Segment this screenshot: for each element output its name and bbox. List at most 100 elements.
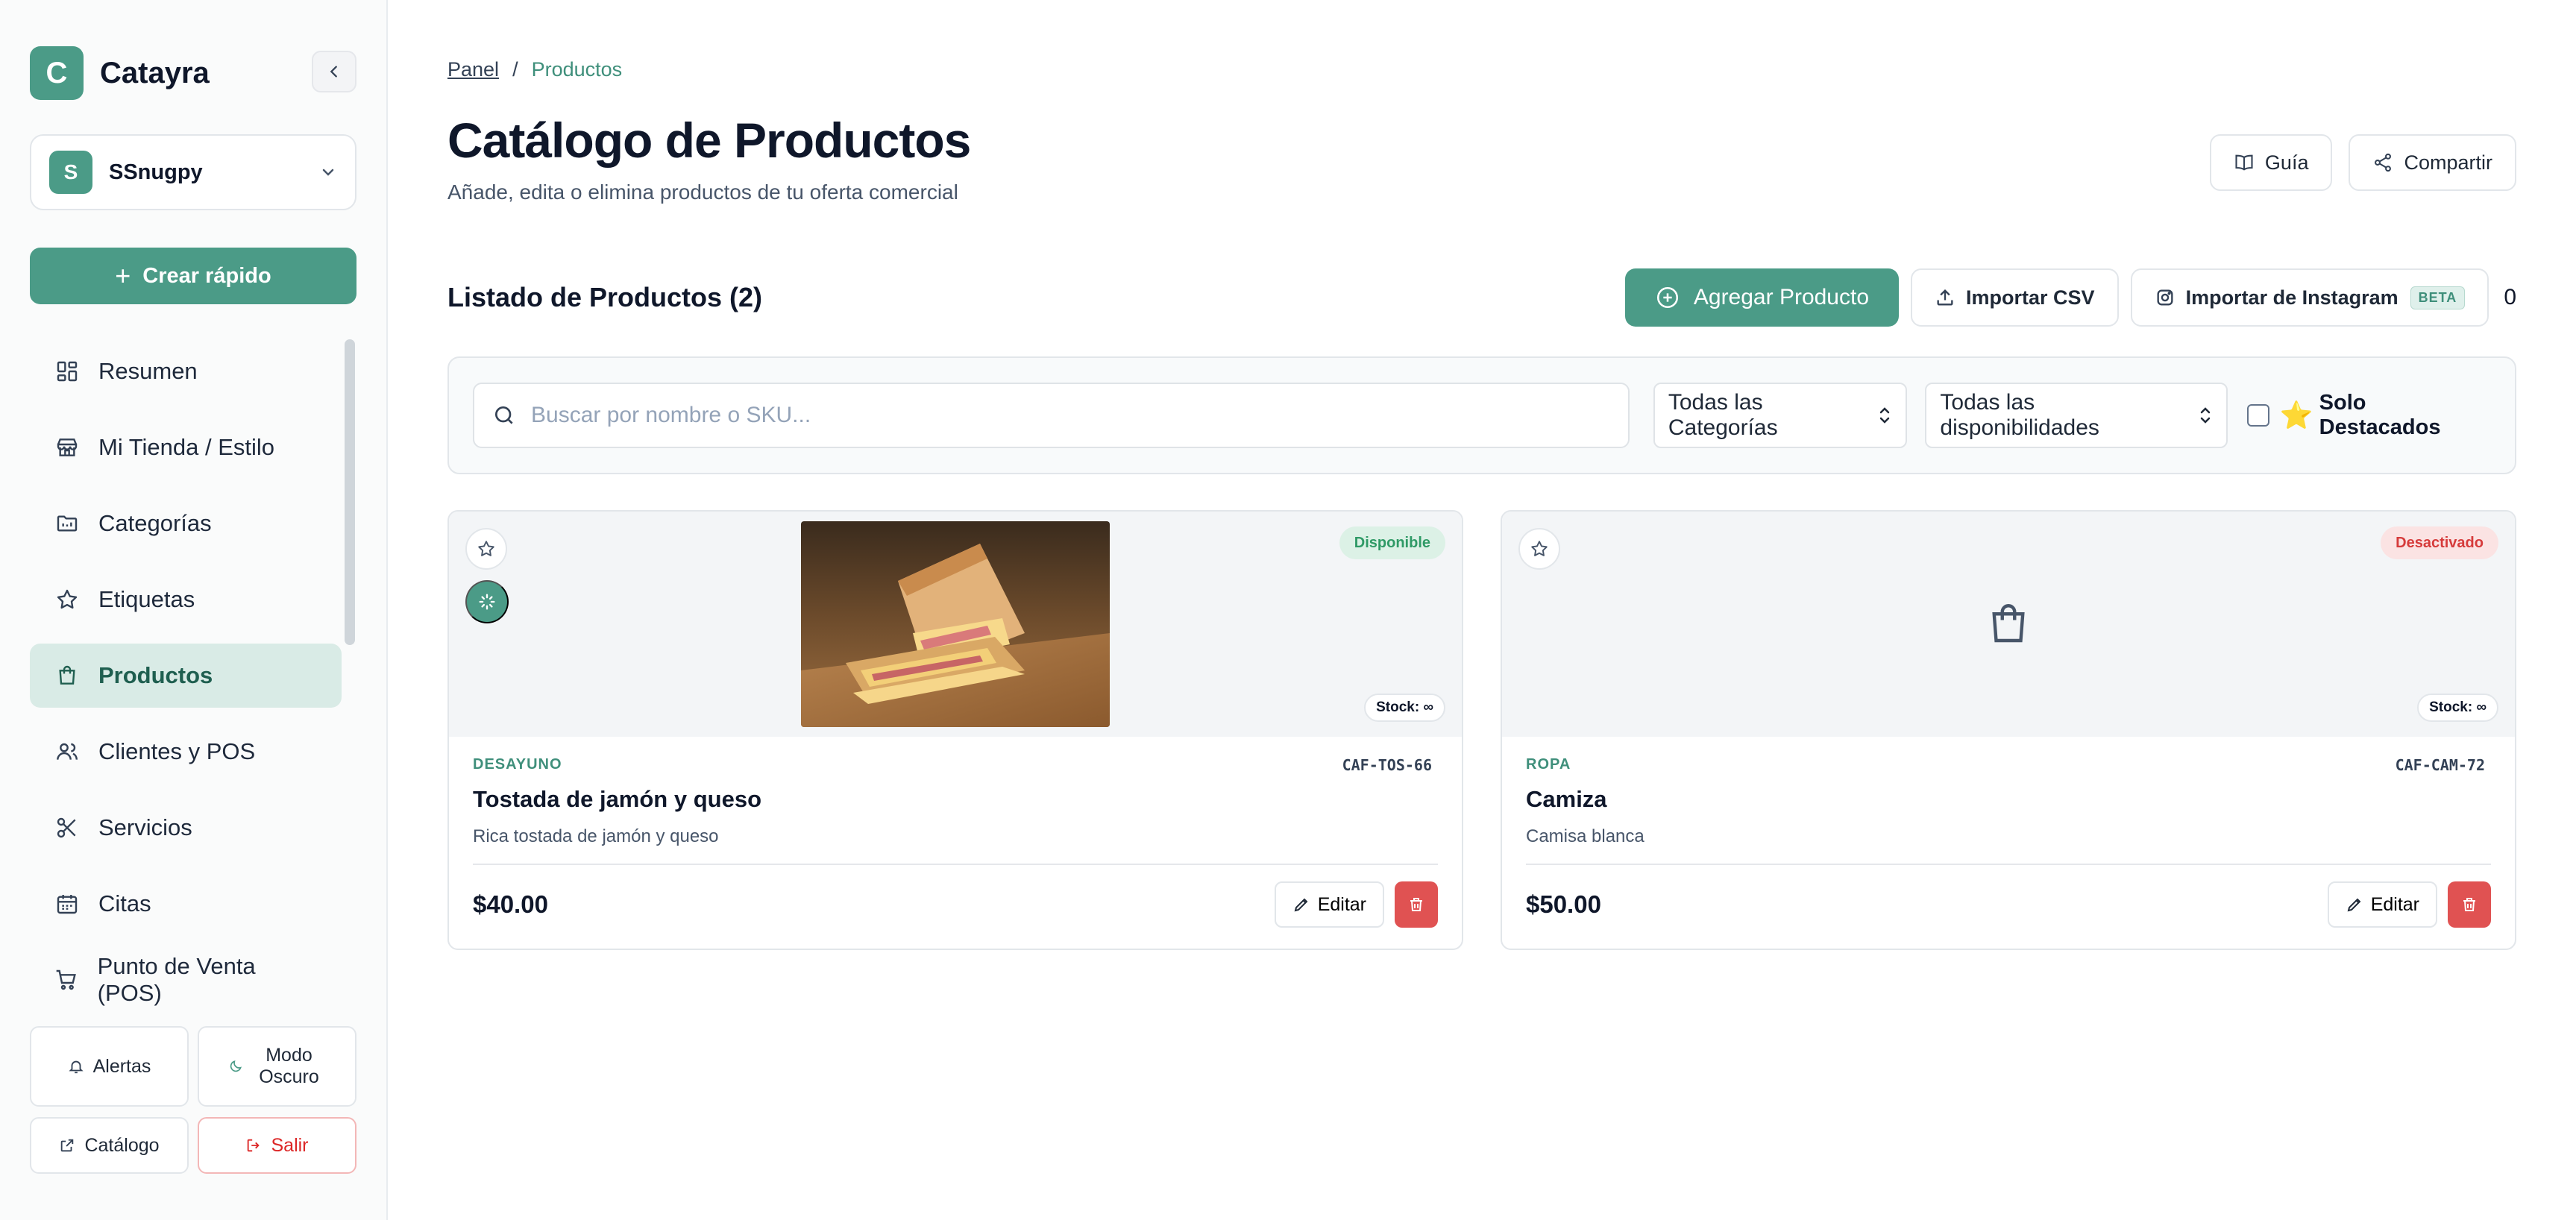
availability-select-value: Todas las disponibilidades [1940, 390, 2099, 440]
brand-name: Catayra [100, 56, 210, 89]
main-content: Panel / Productos Catálogo de Productos … [388, 0, 2576, 1220]
card-divider [473, 864, 1438, 865]
shopping-bag-icon [54, 662, 81, 689]
list-actions: Agregar Producto Importar CSV Importar d… [1624, 268, 2516, 327]
product-image-area: Disponible Stock: ∞ [449, 512, 1462, 737]
product-card[interactable]: Disponible Stock: ∞ DESAYUNO CAF-TOS-66 … [447, 510, 1463, 950]
delete-product-button[interactable] [2448, 881, 2491, 928]
product-category: DESAYUNO [473, 756, 562, 773]
product-card-body: ROPA CAF-CAM-72 Camiza Camisa blanca $50… [1502, 737, 2515, 928]
edit-product-button[interactable]: Editar [1274, 881, 1384, 928]
sidebar-item-clientes[interactable]: Clientes y POS [30, 720, 342, 784]
sidebar-item-label: Punto de Venta (POS) [97, 953, 256, 1006]
logout-button[interactable]: Salir [198, 1117, 356, 1174]
catalog-label: Catálogo [84, 1134, 160, 1156]
sidebar-item-categorias[interactable]: Categorías [30, 491, 342, 556]
sidebar-scrollbar[interactable] [345, 339, 355, 645]
ai-enhance-button[interactable] [465, 580, 509, 623]
chevron-down-icon [322, 169, 334, 176]
sidebar-item-label: Mi Tienda / Estilo [98, 434, 275, 460]
sidebar-item-pos[interactable]: Punto de Venta (POS) [30, 948, 342, 1012]
store-avatar: S [49, 151, 92, 194]
dark-mode-label: Modo Oscuro [259, 1045, 319, 1087]
trash-icon [2463, 898, 2475, 911]
product-grid: Disponible Stock: ∞ DESAYUNO CAF-TOS-66 … [447, 510, 2516, 950]
brand-logo: C [30, 46, 84, 100]
sidebar-nav: Resumen Mi Tienda / Estilo Categorías Et… [30, 339, 342, 1024]
breadcrumb-current: Productos [531, 58, 623, 81]
page-title: Catálogo de Productos [447, 113, 971, 168]
sidebar-item-resumen[interactable]: Resumen [30, 339, 342, 403]
edit-label: Editar [2370, 893, 2419, 915]
collapse-sidebar-button[interactable] [312, 51, 356, 92]
sidebar-item-label: Categorías [98, 510, 212, 536]
sidebar: C Catayra S SSnugpy + Crear rápido Resum… [0, 0, 388, 1220]
sidebar-footer: Alertas Modo Oscuro Catálogo Salir [30, 1026, 356, 1184]
plus-circle-icon [1655, 285, 1680, 310]
chevron-up-down-icon [1877, 405, 1892, 426]
edit-label: Editar [1317, 893, 1366, 915]
store-name: SSnugpy [109, 160, 203, 184]
book-icon [2234, 152, 2255, 173]
delete-product-button[interactable] [1395, 881, 1438, 928]
guide-button[interactable]: Guía [2209, 134, 2333, 191]
catalog-button[interactable]: Catálogo [30, 1117, 189, 1174]
search-input[interactable] [531, 403, 1610, 428]
featured-checkbox[interactable] [2247, 404, 2269, 427]
alerts-button[interactable]: Alertas [30, 1026, 189, 1107]
chevron-up-down-icon [2198, 405, 2213, 426]
product-sku: CAF-TOS-66 [1342, 756, 1432, 774]
status-badge: Disponible [1339, 526, 1445, 559]
search-icon [495, 406, 513, 424]
category-select-value: Todas las Categorías [1668, 390, 1778, 440]
sparkles-icon [479, 594, 495, 610]
sidebar-item-etiquetas[interactable]: Etiquetas [30, 567, 342, 632]
stock-badge: Stock: ∞ [1364, 694, 1445, 722]
breadcrumb-separator: / [512, 58, 518, 81]
sidebar-item-citas[interactable]: Citas [30, 872, 342, 936]
featured-filter[interactable]: ⭐ Solo Destacados [2247, 391, 2491, 440]
app-root: C Catayra S SSnugpy + Crear rápido Resum… [0, 0, 2576, 1220]
star-icon [54, 586, 81, 613]
product-price: $40.00 [473, 890, 548, 918]
brand: C Catayra [30, 46, 356, 100]
sidebar-item-productos[interactable]: Productos [30, 644, 342, 708]
logout-label: Salir [271, 1134, 309, 1156]
sidebar-item-label: Clientes y POS [98, 738, 256, 764]
product-description: Rica tostada de jamón y queso [473, 826, 719, 846]
breadcrumb-panel-link[interactable]: Panel [447, 58, 499, 81]
add-product-button[interactable]: Agregar Producto [1624, 268, 1900, 327]
product-price: $50.00 [1526, 890, 1601, 918]
share-button[interactable]: Compartir [2349, 134, 2516, 191]
store-selector[interactable]: S SSnugpy [30, 134, 356, 210]
sidebar-item-servicios[interactable]: Servicios [30, 796, 342, 860]
product-count-trailing: 0 [2504, 285, 2516, 309]
pencil-icon [2346, 896, 2363, 914]
search-box[interactable] [473, 383, 1630, 448]
external-link-icon [59, 1137, 75, 1154]
edit-product-button[interactable]: Editar [2327, 881, 2437, 928]
availability-select[interactable]: Todas las disponibilidades [1925, 383, 2228, 448]
cart-icon [54, 966, 80, 993]
product-card[interactable]: Desactivado Stock: ∞ ROPA CAF-CAM-72 Cam… [1501, 510, 2516, 950]
star-icon [1531, 541, 1548, 556]
add-product-label: Agregar Producto [1693, 285, 1870, 309]
plus-icon: + [115, 260, 131, 291]
feature-star-button[interactable] [465, 528, 507, 570]
guide-label: Guía [2264, 151, 2309, 174]
dark-mode-button[interactable]: Modo Oscuro [198, 1026, 356, 1107]
sidebar-item-tienda[interactable]: Mi Tienda / Estilo [30, 415, 342, 479]
feature-star-button[interactable] [1518, 528, 1560, 570]
quick-create-button[interactable]: + Crear rápido [30, 248, 356, 304]
instagram-icon [2155, 287, 2176, 308]
header-actions: Guía Compartir [2209, 134, 2516, 191]
moon-icon [228, 1059, 243, 1074]
alerts-label: Alertas [92, 1055, 151, 1077]
trash-icon [1410, 898, 1422, 911]
bell-icon [68, 1058, 84, 1075]
import-csv-button[interactable]: Importar CSV [1911, 268, 2119, 327]
sidebar-item-label: Etiquetas [98, 586, 195, 612]
import-instagram-button[interactable]: Importar de Instagram BETA [2130, 268, 2489, 327]
product-description: Camisa blanca [1526, 826, 1644, 846]
category-select[interactable]: Todas las Categorías [1653, 383, 1908, 448]
